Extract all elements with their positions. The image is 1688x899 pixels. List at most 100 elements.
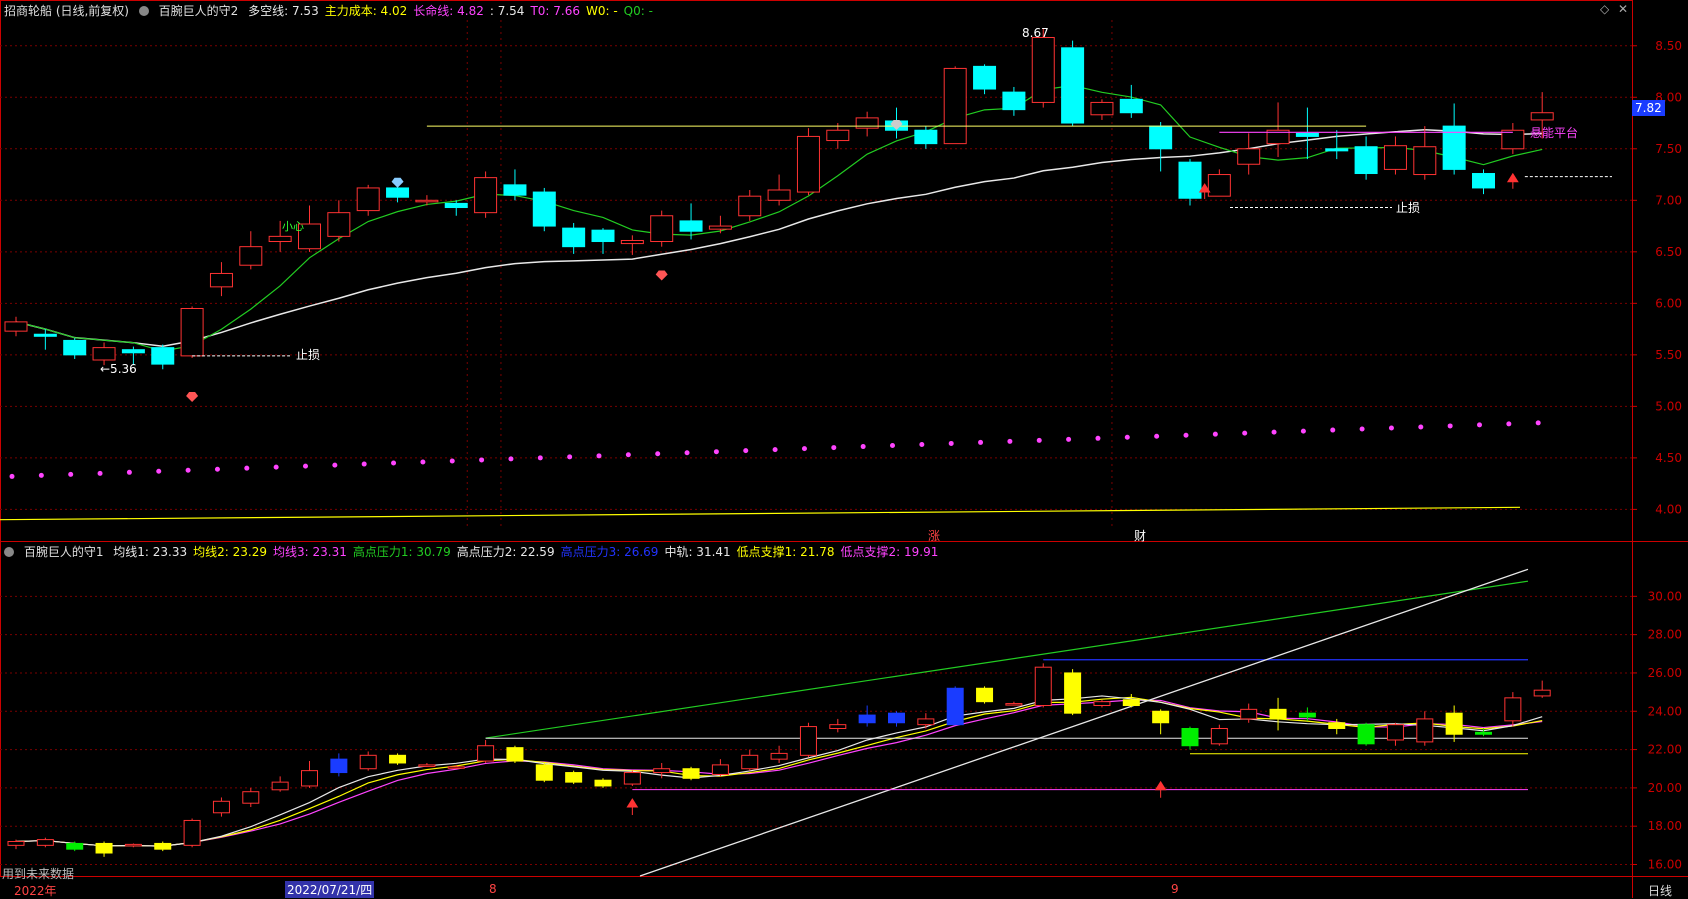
candle-body [151,347,175,365]
life-line-dot [508,456,514,462]
candle-body [1002,91,1026,111]
life-line-dot [860,444,866,450]
gem-icon [391,177,404,188]
indicator-candle-body [1240,708,1258,720]
candle-body [415,199,439,203]
indicator-candle-body [1181,727,1199,747]
finance-marker-label: 财 [1134,529,1147,543]
main-axis-label: 7.00 [1655,193,1682,207]
life-line-dot [1535,420,1541,426]
main-axis-label: 5.50 [1655,348,1682,362]
indicator-candle-body [389,754,407,764]
indicator-value-8: 低点支撑2: 19.91 [840,545,939,559]
life-line-dot [1066,436,1072,442]
chart-canvas[interactable]: 8.508.007.507.006.506.005.505.004.504.00… [0,0,1688,898]
platform-label: 悬能平台 [1530,126,1579,140]
life-line-dot [1300,428,1306,434]
stop-loss-label: 止损 [296,348,321,362]
diamond-icon[interactable]: ◇ [1600,2,1609,16]
gear-icon[interactable] [138,6,149,16]
stop-loss-label-2: 止损 [1396,201,1421,215]
life-line-dot [1095,435,1101,441]
current-price-tag: 7.82 [1632,100,1665,116]
life-line-dot [479,457,485,463]
life-line-dot [68,471,74,477]
indicator-candle-body [1152,710,1170,724]
main-axis-label: 6.00 [1655,296,1682,310]
indicator-candle-body [799,726,817,756]
candle-body [1031,37,1055,103]
candle-body [1149,125,1173,150]
candle-body [180,307,204,357]
life-line-dot [831,445,837,451]
indicator-candle-body [594,779,612,787]
main-axis-label: 8.50 [1655,39,1682,53]
life-line-dot [713,449,719,455]
future-data-note: 用到未来数据 [2,867,75,881]
candle-body [767,189,791,201]
gear-icon[interactable] [4,547,14,557]
candle-body [914,129,938,145]
candle-body [738,195,762,217]
indicator-candle-body [1416,718,1434,743]
life-line-dot [1007,438,1013,444]
indicator-values: 均线1: 23.33 均线2: 23.29 均线3: 23.31 高点压力1: 30.… [113,545,944,559]
candle-body [796,135,820,193]
candle-body [1295,132,1319,137]
period-label[interactable]: 日线 [1648,882,1672,899]
indicator-candle-body [36,839,54,846]
candle-body [92,347,116,361]
life-line-dot [38,472,44,478]
indicator-candle-body [1445,712,1463,735]
indicator-candle-body [1122,699,1140,707]
gem-icon [655,270,668,281]
candle-body [1237,148,1261,165]
life-line-dot [361,461,367,467]
candle-body [1119,98,1143,114]
indicator-candle-body [682,768,700,779]
indicator-candle-body [888,712,905,724]
indicator-candle-body [1533,689,1551,697]
indicator-candle-body [1328,722,1346,729]
life-line-dot [1359,426,1365,432]
indicator-candle-body [858,714,876,724]
time-label-cursor-date[interactable]: 2022/07/21/四 [285,881,375,898]
main-panel-header: 招商轮船 (日线,前复权) 百腕巨人的守2 多空线: 7.53 主力成本: 4.0… [4,2,665,19]
life-line-dot [97,470,103,476]
life-line-dot [1447,423,1453,429]
short-ma-line [15,84,1543,352]
low-annotation: ←5.36 [100,362,137,376]
life-line-dot [214,466,220,472]
indicator-candle-body [418,764,436,767]
life-line-dot [1183,432,1189,438]
indicator-candle-body [95,842,113,854]
indicator-candle-body [183,819,201,846]
candle-body [1413,146,1437,176]
indicator-candle-body [124,843,142,847]
indicator-axis-label: 30.00 [1648,589,1682,603]
indicator-candle-body [242,791,260,804]
indicator-candle-body [66,842,84,850]
indicator-value-6: 中轨: 31.41 [664,545,731,559]
close-icon[interactable]: ✕ [1618,2,1628,16]
life-line-dot [244,465,250,471]
indicator-candle-body [976,687,994,703]
indicator-candle-body [506,747,524,762]
candle-body [356,187,380,212]
candle-body [679,220,703,232]
indicator-candle-body [1386,724,1404,741]
buy-arrow-icon [1506,172,1519,189]
indicator-candle-body [212,800,230,814]
indicator-axis-label: 28.00 [1648,628,1682,642]
candle-body [1325,148,1349,152]
indicator-axis-label: 22.00 [1648,743,1682,757]
indicator-candle-body [535,764,553,781]
main-axis-label: 6.50 [1655,245,1682,259]
indicator-arrow-icon [626,798,639,816]
candle-body [63,339,87,356]
candle-body [386,187,410,198]
life-line-dot [332,462,338,468]
candle-body [1501,129,1525,150]
candle-body [444,202,468,209]
life-line-dot [978,439,984,445]
